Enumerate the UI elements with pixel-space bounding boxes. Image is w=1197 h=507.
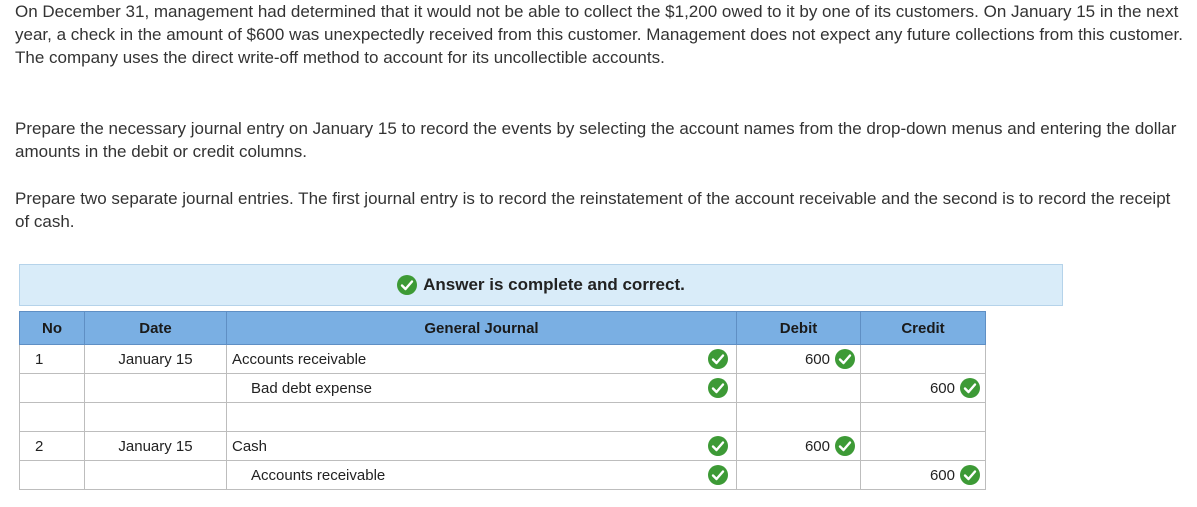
answer-status-text: Answer is complete and correct. [423,275,685,294]
header-debit: Debit [736,311,861,345]
entry-number [19,460,85,490]
blank-cell[interactable] [226,402,737,432]
account-select[interactable]: Cash [226,431,737,461]
header-general-journal: General Journal [226,311,737,345]
blank-cell[interactable] [860,402,986,432]
journal-header-row: No Date General Journal Debit Credit [19,311,986,345]
credit-input[interactable]: 600 [860,373,986,403]
question-paragraph-3: Prepare two separate journal entries. Th… [15,189,1171,231]
credit-input[interactable]: 600 [860,460,986,490]
question-paragraph-2: Prepare the necessary journal entry on J… [15,119,1177,161]
journal-row: Bad debt expense 600 [19,373,986,403]
account-name: Accounts receivable [232,351,367,368]
account-select[interactable]: Accounts receivable [226,344,737,374]
entry-date-select[interactable] [84,373,227,403]
blank-cell[interactable] [84,402,227,432]
answer-status-banner: Answer is complete and correct. [19,264,1063,306]
entry-date-select[interactable] [84,460,227,490]
journal-row: 1 January 15 Accounts receivable 600 [19,344,986,374]
header-date: Date [84,311,227,345]
debit-amount: 600 [804,350,830,368]
debit-input[interactable]: 600 [736,431,861,461]
entry-number [19,373,85,403]
journal-row-blank [19,402,986,432]
debit-input[interactable]: 600 [736,344,861,374]
debit-input[interactable] [736,460,861,490]
account-name: Bad debt expense [251,380,372,397]
check-circle-icon [708,349,728,369]
check-circle-icon [835,349,855,369]
check-circle-icon [397,275,418,295]
check-circle-icon [960,465,980,485]
debit-amount: 600 [804,437,830,455]
account-name: Accounts receivable [251,467,386,484]
debit-input[interactable] [736,373,861,403]
check-circle-icon [708,378,728,398]
credit-amount: 600 [929,466,955,484]
header-credit: Credit [860,311,986,345]
header-no: No [19,311,85,345]
entry-number: 2 [19,431,85,461]
journal-row: 2 January 15 Cash 600 [19,431,986,461]
check-circle-icon [708,465,728,485]
entry-date-select[interactable]: January 15 [84,344,227,374]
credit-input[interactable] [860,344,986,374]
journal-row: Accounts receivable 600 [19,460,986,490]
entry-date-select[interactable]: January 15 [84,431,227,461]
question-paragraph-1: On December 31, management had determine… [15,2,1183,67]
entry-number: 1 [19,344,85,374]
journal-table: No Date General Journal Debit Credit 1 J… [19,311,986,490]
check-circle-icon [835,436,855,456]
credit-input[interactable] [860,431,986,461]
blank-cell [19,402,85,432]
blank-cell[interactable] [736,402,861,432]
account-name: Cash [232,438,268,455]
check-circle-icon [960,378,980,398]
credit-amount: 600 [929,379,955,397]
account-select[interactable]: Accounts receivable [226,460,737,490]
check-circle-icon [708,436,728,456]
account-select[interactable]: Bad debt expense [226,373,737,403]
